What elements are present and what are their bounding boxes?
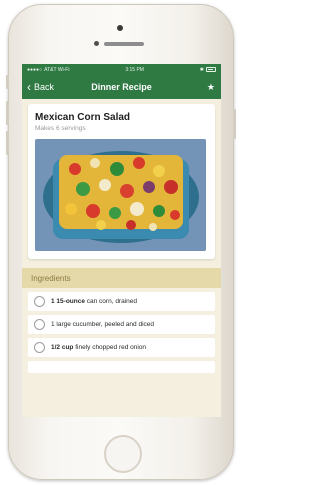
chevron-left-icon: ‹ [27,80,31,94]
ingredient-item-partial[interactable] [28,361,215,373]
carrier-label: AT&T Wi-Fi [44,66,70,73]
ingredient-quantity: 1 15-ounce [51,298,85,305]
battery-icon [206,67,216,72]
status-bar: ●●●●○ AT&T Wi-Fi 3:15 PM ✱ [22,64,221,75]
ingredient-description: 1 large cucumber, peeled and diced [51,321,154,328]
status-time: 3:15 PM [125,66,144,73]
home-button[interactable] [104,435,142,473]
checkbox-circle-icon[interactable] [34,296,45,307]
front-camera [117,25,123,31]
checkbox-circle-icon[interactable] [34,342,45,353]
recipe-card: Mexican Corn Salad Makes 6 servings [28,104,215,259]
recipe-servings: Makes 6 servings [35,125,86,132]
ingredient-item[interactable]: 1 15-ounce can corn, drained [28,292,215,311]
volume-up-button [6,101,9,125]
ingredient-text: 1 15-ounce can corn, drained [51,298,137,305]
ingredient-text: 1/2 cup finely chopped red onion [51,344,146,351]
app-screen: ●●●●○ AT&T Wi-Fi 3:15 PM ✱ ‹ Back Dinner… [22,64,221,417]
checkbox-circle-icon[interactable] [34,319,45,330]
ingredients-section: Ingredients 1 15-ounce can corn, drained… [22,268,221,373]
ingredient-item[interactable]: 1/2 cup finely chopped red onion [28,338,215,357]
signal-icon: ●●●●○ [27,66,43,73]
ingredients-header: Ingredients [22,268,221,288]
ingredient-description: can corn, drained [84,298,138,305]
ingredient-item[interactable]: 1 large cucumber, peeled and diced [28,315,215,334]
star-icon[interactable]: ★ [207,82,215,93]
volume-down-button [6,131,9,155]
ingredient-description: finely chopped red onion [73,344,147,351]
proximity-sensor [94,41,99,46]
back-label: Back [34,82,55,92]
bluetooth-icon: ✱ [199,66,204,73]
ingredient-text: 1 large cucumber, peeled and diced [51,321,154,328]
mute-switch [6,75,9,89]
power-button [233,109,236,139]
recipe-photo [35,139,206,251]
earpiece-speaker [104,42,144,46]
salad-bowl-image [35,139,206,251]
navigation-bar: ‹ Back Dinner Recipe ★ [22,75,221,99]
back-button[interactable]: ‹ Back [27,81,54,93]
recipe-title: Mexican Corn Salad [35,112,131,123]
ingredient-quantity: 1/2 cup [51,344,74,351]
